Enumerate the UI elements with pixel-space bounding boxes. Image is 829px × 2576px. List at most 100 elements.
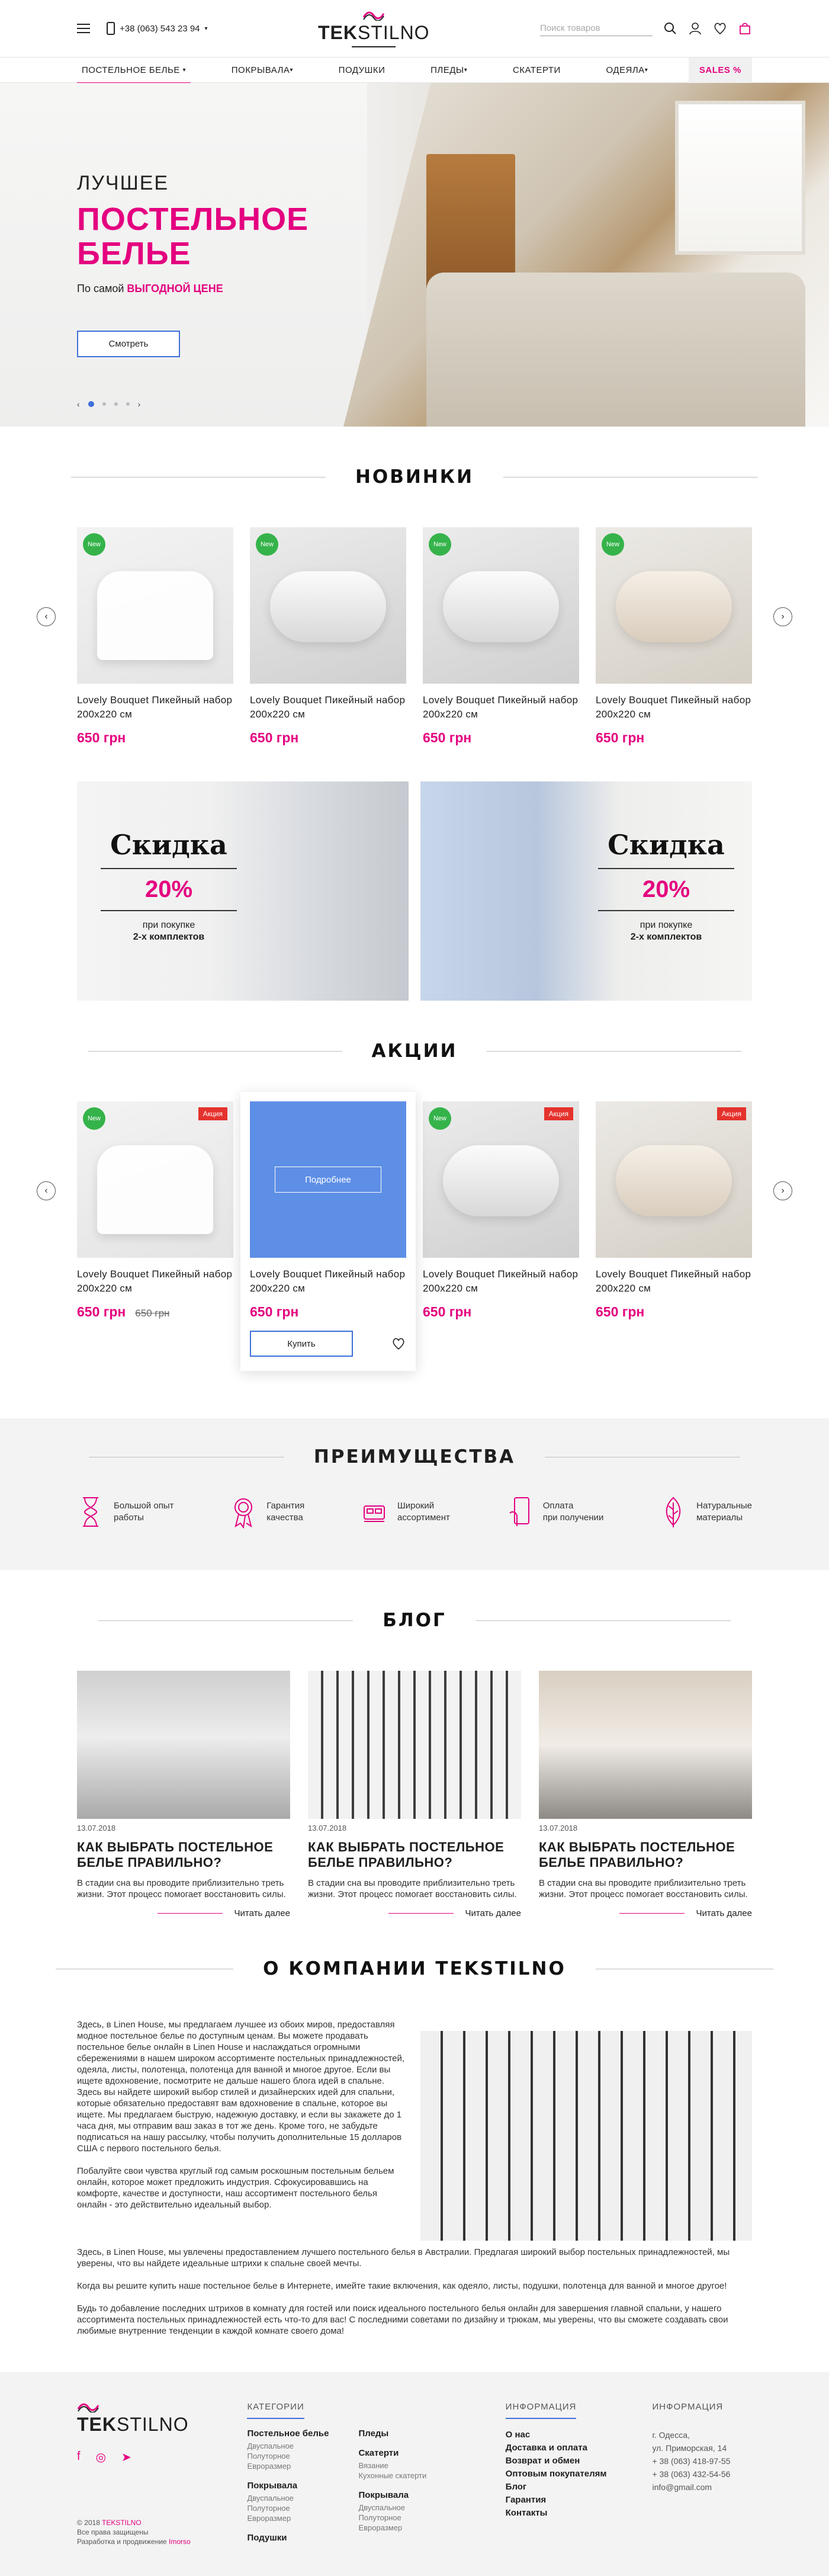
blog-excerpt: В стадии сна вы проводите приблизительно… xyxy=(77,1878,286,1899)
buy-button[interactable]: Купить xyxy=(250,1331,353,1357)
product-image[interactable]: Подробнее xyxy=(250,1101,406,1258)
product-name[interactable]: Lovely Bouquet Пикейный набор 200х220 см xyxy=(77,693,233,722)
product-name[interactable]: Lovely Bouquet Пикейный набор 200х220 см xyxy=(77,1267,233,1296)
telegram-icon[interactable]: ➤ xyxy=(121,2450,131,2465)
blog-title[interactable]: КАК ВЫБРАТЬ ПОСТЕЛЬНОЕ БЕЛЬЕ ПРАВИЛЬНО? xyxy=(77,1840,290,1870)
footer-sub-link[interactable]: Двуспальное xyxy=(247,2441,329,2451)
menu-icon[interactable] xyxy=(77,24,90,33)
footer-sub-link[interactable]: Кухонные скатерти xyxy=(358,2471,426,2481)
product-image[interactable]: New xyxy=(250,527,406,684)
footer-category-link[interactable]: Покрывала xyxy=(358,2490,426,2500)
footer-sub-link[interactable]: Полуторное xyxy=(247,2451,329,2461)
wishlist-heart-icon[interactable] xyxy=(391,1337,406,1351)
product-card[interactable]: New Lovely Bouquet Пикейный набор 200х22… xyxy=(423,527,579,746)
product-name[interactable]: Lovely Bouquet Пикейный набор 200х220 см xyxy=(596,693,752,722)
footer-sub-link[interactable]: Полуторное xyxy=(247,2503,329,2513)
footer-sub-link[interactable]: Двуспальное xyxy=(358,2503,426,2513)
user-icon[interactable] xyxy=(688,21,702,36)
footer-sub-link[interactable]: Евроразмер xyxy=(358,2523,426,2533)
carousel-next-icon[interactable]: › xyxy=(773,1181,792,1200)
contact-phone[interactable]: + 38 (063) 418-97-55 xyxy=(652,2455,752,2468)
product-image[interactable]: New xyxy=(77,527,233,684)
nav-item-bedspreads[interactable]: ПОКРЫВАЛА ▾ xyxy=(227,57,298,83)
carousel-next-icon[interactable]: › xyxy=(773,607,792,626)
product-card[interactable]: Акция Lovely Bouquet Пикейный набор 200х… xyxy=(596,1101,752,1371)
details-button[interactable]: Подробнее xyxy=(275,1167,381,1193)
product-image[interactable]: New xyxy=(596,527,752,684)
slider-prev-icon[interactable]: ‹ xyxy=(77,399,80,409)
promo-banner[interactable]: Скидка 20% при покупке 2-х комплектов xyxy=(77,781,409,1001)
nav-item-plaids[interactable]: ПЛЕДЫ ▾ xyxy=(426,57,472,83)
footer-category-link[interactable]: Подушки xyxy=(247,2533,329,2543)
blog-post[interactable]: 13.07.2018 КАК ВЫБРАТЬ ПОСТЕЛЬНОЕ БЕЛЬЕ … xyxy=(308,1671,521,1918)
carousel-prev-icon[interactable]: ‹ xyxy=(37,1181,56,1200)
nav-item-tablecloths[interactable]: СКАТЕРТИ xyxy=(508,57,565,83)
contact-phone[interactable]: + 38 (063) 432-54-56 xyxy=(652,2468,752,2481)
heart-icon[interactable] xyxy=(713,21,727,36)
developer-link[interactable]: Imorso xyxy=(169,2537,191,2546)
footer-logo[interactable]: TEKSTILNO xyxy=(77,2402,247,2436)
phone-dropdown[interactable]: +38 (063) 543 23 94 ▾ xyxy=(107,22,208,35)
product-image[interactable]: Акция xyxy=(596,1101,752,1258)
promo-banner[interactable]: Скидка 20% при покупке 2-х комплектов xyxy=(420,781,752,1001)
blog-title[interactable]: КАК ВЫБРАТЬ ПОСТЕЛЬНОЕ БЕЛЬЕ ПРАВИЛЬНО? xyxy=(308,1840,521,1870)
nav-item-blankets[interactable]: ОДЕЯЛА ▾ xyxy=(602,57,653,83)
footer-sub-link[interactable]: Двуспальное xyxy=(247,2493,329,2503)
search-input[interactable] xyxy=(539,21,653,36)
blog-post[interactable]: 13.07.2018 КАК ВЫБРАТЬ ПОСТЕЛЬНОЕ БЕЛЬЕ … xyxy=(539,1671,752,1918)
footer-sub-link[interactable]: Евроразмер xyxy=(247,2513,329,2523)
facebook-icon[interactable]: f xyxy=(77,2450,81,2465)
footer-sub-link[interactable]: Евроразмер xyxy=(247,2461,329,2471)
cart-icon[interactable] xyxy=(738,21,752,36)
nav-item-pillows[interactable]: ПОДУШКИ xyxy=(334,57,390,83)
footer-info-link[interactable]: Доставка и оплата xyxy=(506,2442,653,2455)
slider-next-icon[interactable]: › xyxy=(138,399,141,409)
instagram-icon[interactable]: ◎ xyxy=(96,2450,106,2465)
slider-dot[interactable] xyxy=(102,402,106,406)
read-more-link[interactable]: Читать далее xyxy=(539,1908,752,1918)
product-name[interactable]: Lovely Bouquet Пикейный набор 200х220 см xyxy=(250,1267,406,1296)
blog-image[interactable] xyxy=(77,1671,290,1819)
footer-info-link[interactable]: О нас xyxy=(506,2428,653,2442)
hero-view-button[interactable]: Смотреть xyxy=(77,331,180,357)
product-card-hovered[interactable]: Подробнее Lovely Bouquet Пикейный набор … xyxy=(240,1092,416,1371)
product-name[interactable]: Lovely Bouquet Пикейный набор 200х220 см xyxy=(250,693,406,722)
contact-email[interactable]: info@gmail.com xyxy=(652,2481,752,2494)
footer-info-link[interactable]: Контакты xyxy=(506,2507,653,2520)
carousel-prev-icon[interactable]: ‹ xyxy=(37,607,56,626)
blog-image[interactable] xyxy=(308,1671,521,1819)
read-more-link[interactable]: Читать далее xyxy=(308,1908,521,1918)
product-image[interactable]: New xyxy=(423,527,579,684)
product-image[interactable]: New Акция xyxy=(423,1101,579,1258)
footer-sub-link[interactable]: Вязание xyxy=(358,2460,426,2471)
footer-category-link[interactable]: Постельное белье xyxy=(247,2428,329,2439)
footer-info-link[interactable]: Оптовым покупателям xyxy=(506,2468,653,2481)
product-card[interactable]: New Акция Lovely Bouquet Пикейный набор 2… xyxy=(77,1101,233,1371)
blog-post[interactable]: 13.07.2018 КАК ВЫБРАТЬ ПОСТЕЛЬНОЕ БЕЛЬЕ … xyxy=(77,1671,290,1918)
footer-info-link[interactable]: Блог xyxy=(506,2481,653,2494)
blog-image[interactable] xyxy=(539,1671,752,1819)
product-card[interactable]: New Lovely Bouquet Пикейный набор 200х22… xyxy=(77,527,233,746)
slider-dot[interactable] xyxy=(114,402,118,406)
slider-dot[interactable] xyxy=(126,402,130,406)
nav-item-sales[interactable]: SALES % xyxy=(688,57,752,83)
footer-sub-link[interactable]: Полуторное xyxy=(358,2513,426,2523)
nav-item-bedding[interactable]: ПОСТЕЛЬНОЕ БЕЛЬЕ ▾ xyxy=(77,57,191,84)
search-icon[interactable] xyxy=(663,21,677,36)
product-card[interactable]: New Lovely Bouquet Пикейный набор 200х22… xyxy=(250,527,406,746)
footer-info-link[interactable]: Возврат и обмен xyxy=(506,2455,653,2468)
logo[interactable]: TEKSTILNO xyxy=(318,10,430,47)
footer-info-link[interactable]: Гарантия xyxy=(506,2494,653,2507)
product-card[interactable]: New Акция Lovely Bouquet Пикейный набор 2… xyxy=(423,1101,579,1371)
footer-category-link[interactable]: Покрывала xyxy=(247,2481,329,2491)
product-name[interactable]: Lovely Bouquet Пикейный набор 200х220 см xyxy=(423,693,579,722)
footer-category-link[interactable]: Скатерти xyxy=(358,2448,426,2458)
product-name[interactable]: Lovely Bouquet Пикейный набор 200х220 см xyxy=(596,1267,752,1296)
product-name[interactable]: Lovely Bouquet Пикейный набор 200х220 см xyxy=(423,1267,579,1296)
slider-dot[interactable] xyxy=(88,401,94,407)
product-card[interactable]: New Lovely Bouquet Пикейный набор 200х22… xyxy=(596,527,752,746)
product-image[interactable]: New Акция xyxy=(77,1101,233,1258)
blog-title[interactable]: КАК ВЫБРАТЬ ПОСТЕЛЬНОЕ БЕЛЬЕ ПРАВИЛЬНО? xyxy=(539,1840,752,1870)
read-more-link[interactable]: Читать далее xyxy=(77,1908,290,1918)
footer-category-link[interactable]: Пледы xyxy=(358,2428,426,2439)
